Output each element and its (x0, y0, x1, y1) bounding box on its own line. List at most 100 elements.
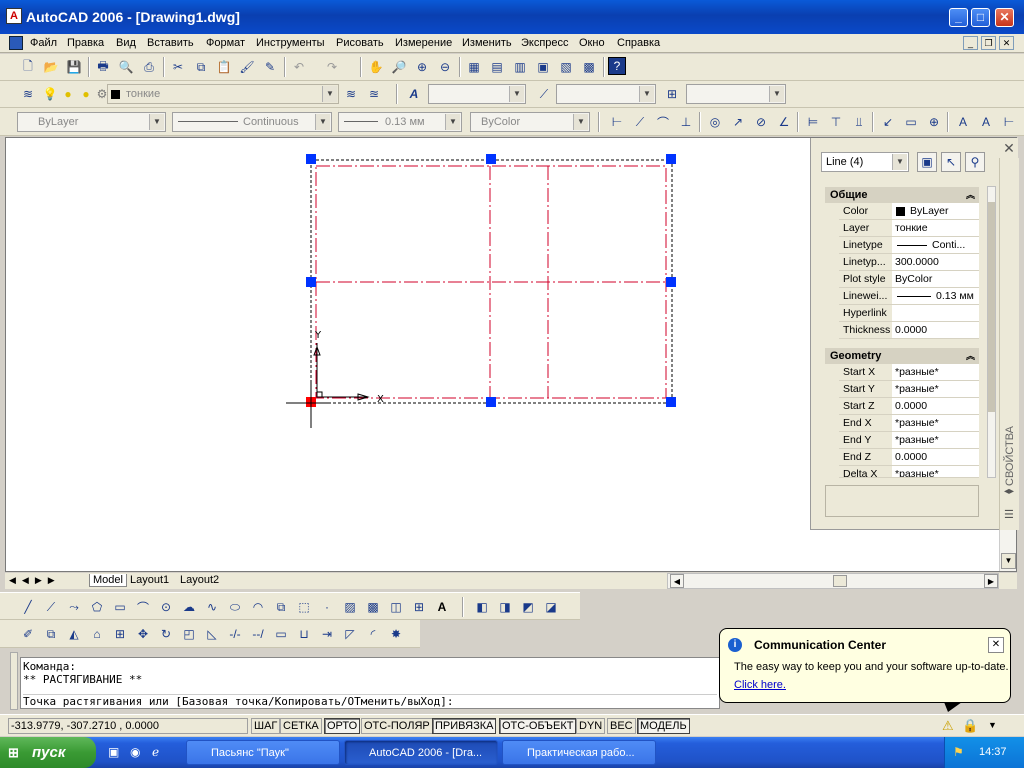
balloon-link[interactable]: Click here. (734, 679, 786, 691)
chevron-down-icon[interactable]: ▼ (149, 114, 164, 130)
chevron-down-icon[interactable]: ▼ (509, 86, 524, 102)
menu-dimension[interactable]: Измерение (395, 37, 452, 49)
internet-explorer-icon[interactable]: ℯ (152, 745, 159, 759)
dim-ordinate-icon[interactable]: ⊥ (676, 112, 696, 132)
polyline-icon[interactable]: ⤳ (64, 597, 84, 617)
dim-baseline-icon[interactable]: ⊤ (826, 112, 846, 132)
chevron-down-icon[interactable]: ▼ (445, 114, 460, 130)
insert-block-icon[interactable]: ⧉ (271, 597, 291, 617)
prop-value[interactable]: *разные* (892, 466, 979, 477)
menu-window[interactable]: Окно (579, 37, 605, 49)
pan-icon[interactable]: ✋ (366, 57, 386, 77)
prop-row[interactable]: End Y *разные* (839, 432, 979, 449)
dim-style-combo[interactable]: ▼ (556, 84, 656, 104)
help-icon[interactable]: ? (608, 57, 626, 75)
menu-tools[interactable]: Инструменты (256, 37, 325, 49)
match-properties-icon[interactable]: 🖌 (237, 57, 257, 77)
prop-row[interactable]: Hyperlink (839, 305, 979, 322)
join-icon[interactable]: ⇥ (317, 624, 337, 644)
polygon-icon[interactable]: ⬠ (87, 597, 107, 617)
quick-select-icon[interactable]: ⚲ (965, 152, 985, 172)
prop-value[interactable]: ByColor (892, 271, 979, 287)
publish-icon[interactable]: ⎙ (139, 57, 159, 77)
dim-arc-icon[interactable]: ⌒ (653, 112, 673, 132)
horizontal-scrollbar[interactable]: ◀ ▶ (667, 573, 999, 589)
properties-icon[interactable]: ▦ (464, 57, 484, 77)
toggle-pickadd-icon[interactable]: ▣ (917, 152, 937, 172)
tool-palettes-icon[interactable]: ▥ (510, 57, 530, 77)
new-icon[interactable]: 🗋 (18, 57, 38, 77)
spline-icon[interactable]: ∿ (202, 597, 222, 617)
tab-layout2[interactable]: Layout2 (180, 574, 219, 586)
prop-row[interactable]: Linewei... 0.13 мм (839, 288, 979, 305)
prop-value[interactable] (892, 305, 979, 321)
palette-menu-icon[interactable]: ☰ (1004, 508, 1014, 521)
task-word-document[interactable]: Практическая рабо... (502, 740, 656, 765)
dim-jogged-icon[interactable]: ↗ (728, 112, 748, 132)
grid-button[interactable]: СЕТКА (280, 718, 322, 734)
text-style-icon[interactable]: A (404, 84, 424, 104)
prop-value[interactable]: 0.0000 (892, 449, 979, 465)
h-scroll-thumb[interactable] (833, 575, 847, 587)
calculator-icon[interactable]: ▩ (579, 57, 599, 77)
region-icon[interactable]: ◫ (386, 597, 406, 617)
tab-layout1[interactable]: Layout1 (130, 574, 169, 586)
mirror-icon[interactable]: ◭ (64, 624, 84, 644)
layer-combo[interactable]: тонкие ▼ (107, 84, 339, 104)
section-geometry[interactable]: Geometry ︽ (825, 348, 979, 364)
prop-value[interactable]: 0.0000 (892, 322, 979, 338)
coordinate-readout[interactable]: -313.9779, -307.2710 , 0.0000 (8, 718, 248, 734)
dim-text-edit-icon[interactable]: A (976, 112, 996, 132)
save-icon[interactable]: 💾 (64, 57, 84, 77)
prop-row[interactable]: Linetyp... 300.0000 (839, 254, 979, 271)
fillet-icon[interactable]: ◜ (363, 624, 383, 644)
grip[interactable] (666, 397, 676, 407)
prop-value[interactable]: *разные* (892, 415, 979, 431)
arc-icon[interactable]: ⌒ (133, 597, 153, 617)
dim-update-icon[interactable]: ⊢ (999, 112, 1019, 132)
model-button[interactable]: МОДЕЛЬ (637, 718, 690, 734)
collapse-icon[interactable]: ︽ (966, 348, 975, 364)
command-prompt[interactable]: Точка растягивания или [Базовая точка/Ко… (23, 694, 717, 708)
linetype-combo[interactable]: Continuous ▼ (172, 112, 332, 132)
make-current-icon[interactable]: ≋ (341, 84, 361, 104)
scroll-down-arrow[interactable]: ▼ (1001, 553, 1016, 569)
selection-combo[interactable]: Line (4) ▼ (821, 152, 909, 172)
grip[interactable] (486, 154, 496, 164)
dim-edit-icon[interactable]: A (953, 112, 973, 132)
task-autocad[interactable]: AutoCAD 2006 - [Dra... (344, 740, 498, 765)
polar-button[interactable]: ОТС-ПОЛЯР (361, 718, 433, 734)
menu-express[interactable]: Экспресс (521, 37, 569, 49)
table-icon[interactable]: ⊞ (409, 597, 429, 617)
autocad-app-icon[interactable]: A (6, 8, 22, 24)
draw-order-back-icon[interactable]: ◨ (495, 597, 515, 617)
palette-scrollbar[interactable] (987, 186, 996, 478)
grip[interactable] (666, 154, 676, 164)
ellipse-icon[interactable]: ⬭ (225, 597, 245, 617)
chevron-down-icon[interactable]: ▼ (639, 86, 654, 102)
prop-row[interactable]: Delta X *разные* (839, 466, 979, 478)
chevron-down-icon[interactable]: ▼ (573, 114, 588, 130)
doc-minimize-button[interactable]: _ (963, 36, 978, 50)
grip[interactable] (666, 277, 676, 287)
move-icon[interactable]: ✥ (133, 624, 153, 644)
ortho-button[interactable]: ОРТО (324, 718, 361, 734)
menu-view[interactable]: Вид (116, 37, 136, 49)
extend-icon[interactable]: --/ (248, 624, 268, 644)
collapse-icon[interactable]: ︽ (966, 187, 975, 203)
prop-row[interactable]: End X *разные* (839, 415, 979, 432)
revision-cloud-icon[interactable]: ☁ (179, 597, 199, 617)
palette-close-icon[interactable]: ✕ (1001, 140, 1017, 156)
prop-value[interactable]: *разные* (892, 432, 979, 448)
tray-alert-icon[interactable]: ⚑ (953, 745, 964, 759)
ellipse-arc-icon[interactable]: ◠ (248, 597, 268, 617)
array-icon[interactable]: ⊞ (110, 624, 130, 644)
status-menu-icon[interactable]: ▼ (988, 720, 997, 730)
undo-icon[interactable]: ↶ (289, 57, 309, 77)
grip[interactable] (306, 277, 316, 287)
break-icon[interactable]: ⊔ (294, 624, 314, 644)
doc-restore-button[interactable]: ❐ (981, 36, 996, 50)
construction-line-icon[interactable]: ⟋ (41, 597, 61, 617)
prop-value[interactable]: 0.0000 (892, 398, 979, 414)
draw-order-under-icon[interactable]: ◪ (541, 597, 561, 617)
